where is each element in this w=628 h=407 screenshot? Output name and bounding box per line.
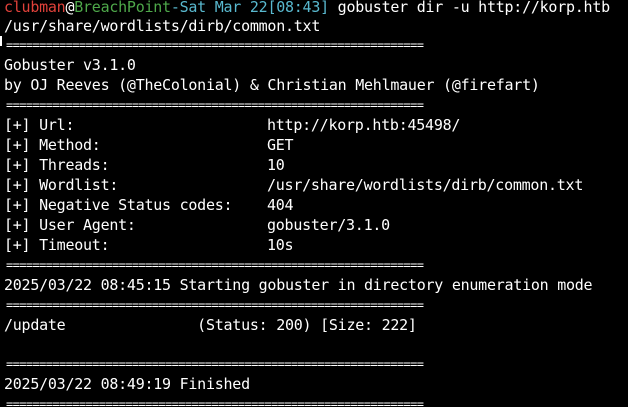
separator: ========================================…: [6, 258, 424, 272]
config-row-negative-status: [+] Negative Status codes: 404: [4, 196, 294, 216]
config-value: /usr/share/wordlists/dirb/common.txt: [267, 176, 584, 194]
prompt-time: [08:43]: [267, 0, 329, 16]
command-text: gobuster dir -u http://korp.htb: [328, 0, 610, 16]
config-row-wordlist: [+] Wordlist: /usr/share/wordlists/dirb/c…: [4, 176, 583, 196]
config-row-user-agent: [+] User Agent: gobuster/3.1.0: [4, 216, 390, 236]
config-row-method: [+] Method: GET: [4, 136, 294, 156]
finish-message: 2025/03/22 08:49:19 Finished: [4, 375, 250, 393]
config-value: 404: [267, 196, 294, 214]
prompt-date: Sat Mar 22: [179, 0, 268, 16]
prompt-host: BreachPoint: [74, 0, 171, 16]
config-label: [+] Threads:: [4, 156, 110, 174]
prompt-dash: -: [170, 0, 180, 16]
start-message: 2025/03/22 08:45:15 Starting gobuster in…: [4, 276, 593, 294]
prompt-line: clubman@BreachPoint-Sat Mar 22[08:43] go…: [4, 0, 610, 18]
config-label: [+] Method:: [4, 136, 101, 154]
separator: ========================================…: [6, 298, 424, 312]
config-value: GET: [267, 136, 294, 154]
config-value: http://korp.htb:45498/: [267, 116, 461, 134]
config-row-threads: [+] Threads: 10: [4, 156, 285, 176]
config-label: [+] Timeout:: [4, 236, 110, 254]
terminal-window[interactable]: clubman@BreachPoint-Sat Mar 22[08:43] go…: [0, 0, 628, 407]
line-wrap-marker: [0, 36, 2, 46]
banner-title: Gobuster v3.1.0: [4, 56, 136, 74]
separator: ========================================…: [6, 397, 424, 407]
config-value: 10: [267, 156, 285, 174]
config-label: [+] User Agent:: [4, 216, 136, 234]
config-value: gobuster/3.1.0: [267, 216, 390, 234]
separator: ========================================…: [6, 98, 424, 112]
config-label: [+] Url:: [4, 116, 75, 134]
result-line: /update (Status: 200) [Size: 222]: [4, 316, 417, 334]
prompt-at: @: [65, 0, 75, 16]
config-label: [+] Wordlist:: [4, 176, 119, 194]
prompt-user: clubman: [4, 0, 66, 16]
separator: ========================================…: [6, 357, 424, 371]
separator: ========================================…: [6, 38, 424, 52]
config-label: [+] Negative Status codes:: [4, 196, 233, 214]
config-row-url: [+] Url: http://korp.htb:45498/: [4, 116, 460, 136]
command-continuation: /usr/share/wordlists/dirb/common.txt: [4, 17, 321, 35]
config-row-timeout: [+] Timeout: 10s: [4, 236, 294, 256]
banner-authors: by OJ Reeves (@TheColonial) & Christian …: [4, 76, 540, 94]
config-value: 10s: [267, 236, 294, 254]
